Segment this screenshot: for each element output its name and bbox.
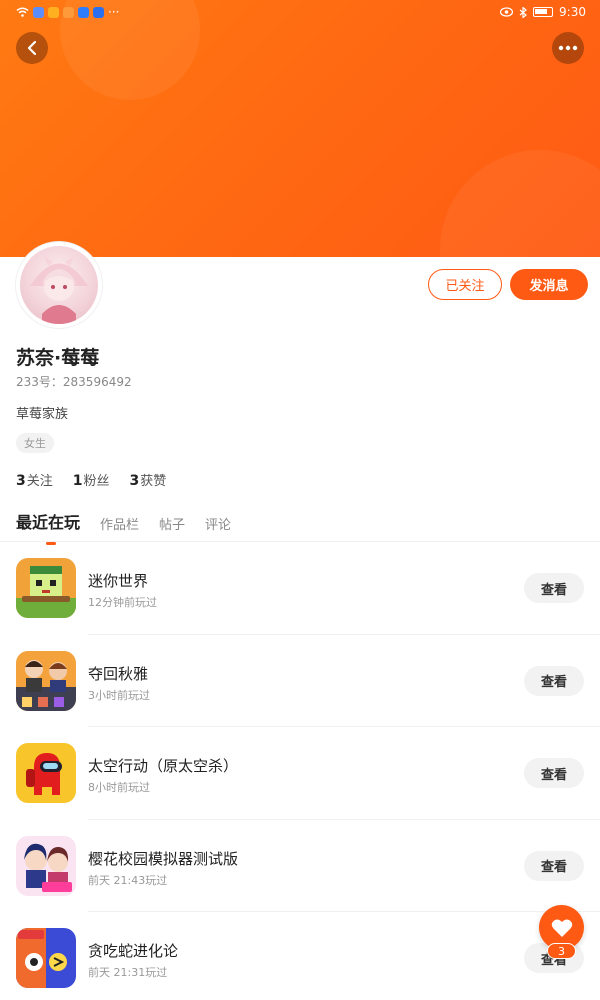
list-item[interactable]: 太空行动（原太空杀） 8小时前玩过 查看 (0, 727, 600, 820)
game-icon-space-action (16, 743, 76, 803)
browser-app-icon (33, 6, 44, 18)
view-game-button[interactable]: 查看 (524, 573, 584, 603)
game-title: 樱花校园模拟器测试版 (88, 849, 239, 868)
game-last-played: 3小时前玩过 (88, 688, 150, 702)
more-notifications: ··· (108, 5, 120, 19)
stat-likes[interactable]: 3获赞 (130, 470, 167, 489)
list-item[interactable]: 夺回秋雅 3小时前玩过 查看 (0, 635, 600, 727)
recent-games-list: 迷你世界 12分钟前玩过 查看 夺回秋雅 3小时前玩过 查看 太空行动（原太空杀… (0, 542, 600, 1000)
eye-icon (500, 7, 514, 17)
game-icon-snake-evolution (16, 928, 76, 988)
game-title: 夺回秋雅 (88, 664, 149, 683)
tab-comments[interactable]: 评论 (205, 514, 231, 539)
view-game-button[interactable]: 查看 (524, 665, 584, 696)
game-icon-mini-world (16, 558, 76, 618)
avatar[interactable] (16, 242, 102, 328)
profile-uid: 233号：283596492 (16, 375, 132, 389)
chevron-left-icon (27, 40, 37, 56)
wifi-icon (16, 7, 29, 17)
stat-following[interactable]: 3关注 (16, 470, 53, 489)
stat-fans[interactable]: 1粉丝 (73, 470, 110, 489)
view-game-button[interactable]: 查看 (524, 758, 584, 788)
list-item[interactable]: 迷你世界 12分钟前玩过 查看 (0, 542, 600, 635)
list-item[interactable]: 贪吃蛇进化论 前天 21:31玩过 查看 (0, 912, 600, 1000)
game-last-played: 12分钟前玩过 (88, 596, 157, 609)
view-game-button[interactable]: 查看 (524, 850, 584, 881)
avatar-illustration (30, 256, 88, 324)
game-title: 太空行动（原太空杀） (88, 757, 239, 775)
list-item[interactable]: 樱花校园模拟器测试版 前天 21:43玩过 查看 (0, 820, 600, 912)
profile-bio: 草莓家族 (16, 407, 69, 422)
profile-banner (0, 0, 600, 257)
game-icon-sakura-school (16, 835, 76, 896)
status-bar: ··· 9:30 (0, 0, 600, 24)
bluetooth-icon (519, 6, 527, 18)
gender-tag: 女生 (16, 433, 54, 453)
send-message-button[interactable]: 发消息 (510, 269, 588, 300)
profile-stats: 3关注 1粉丝 3获赞 (16, 470, 166, 489)
battery-icon (533, 7, 554, 17)
game-last-played: 8小时前玩过 (88, 781, 150, 794)
game-title: 迷你世界 (88, 572, 149, 590)
video-app-icon (63, 6, 74, 18)
tab-posts[interactable]: 帖子 (159, 514, 185, 539)
shop-app-icon (48, 6, 59, 18)
search-app-icon (93, 6, 104, 18)
profile-tabs: 最近在玩 作品栏 帖子 评论 (16, 509, 231, 545)
followed-button[interactable]: 已关注 (428, 269, 502, 300)
heart-icon (551, 918, 572, 937)
banner-decoration (440, 150, 600, 257)
profile-name: 苏奈·莓莓 (16, 347, 100, 369)
tab-works[interactable]: 作品栏 (100, 514, 139, 539)
favorite-count-badge: 3 (547, 943, 576, 959)
game-title: 贪吃蛇进化论 (88, 942, 179, 960)
tab-recently-played[interactable]: 最近在玩 (16, 509, 80, 545)
back-button[interactable] (16, 32, 48, 64)
more-options-button[interactable] (552, 32, 584, 64)
status-time: 9:30 (559, 5, 586, 19)
game-icon-duohui-qiuya (16, 650, 76, 711)
game-last-played: 前天 21:43玩过 (88, 873, 168, 887)
game-last-played: 前天 21:31玩过 (88, 966, 168, 979)
download-app-icon (78, 6, 89, 18)
more-dots-icon (558, 45, 578, 51)
